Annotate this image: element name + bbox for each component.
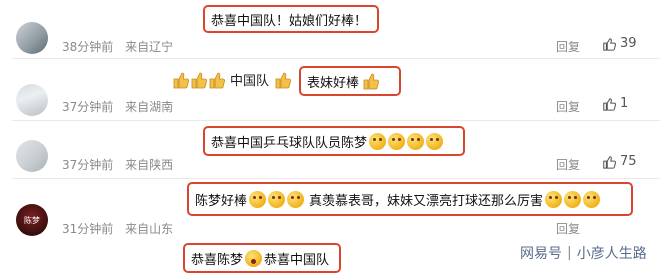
comment-location: 来自辽宁 bbox=[125, 40, 174, 54]
comment-text-part1: 陈梦好棒 bbox=[195, 193, 248, 209]
crying-face-icon bbox=[245, 249, 263, 267]
highlighted-comment: 陈梦好棒 真羡慕表哥，妹妹又漂亮打球还那么厉害 bbox=[187, 182, 633, 216]
thumbs-up-icon bbox=[191, 72, 207, 88]
watermark: 网易号 | 小彦人生路 bbox=[520, 243, 647, 263]
crying-face-icon bbox=[268, 190, 286, 208]
crying-face-icon bbox=[583, 190, 601, 208]
crying-face-icon bbox=[407, 132, 425, 150]
comment-text: 恭喜中国乒乓球队队员陈梦 bbox=[211, 135, 368, 151]
avatar[interactable]: 陈梦 bbox=[16, 204, 48, 236]
divider bbox=[12, 58, 660, 59]
highlighted-comment: 恭喜中国乒乓球队队员陈梦 bbox=[203, 126, 465, 156]
comment-text-part2: 真羡慕表哥，妹妹又漂亮打球还那么厉害 bbox=[309, 193, 544, 209]
watermark-author: 小彦人生路 bbox=[576, 246, 647, 262]
like-button[interactable]: 39 bbox=[602, 36, 637, 51]
divider bbox=[12, 120, 660, 121]
watermark-brand: 网易号 bbox=[520, 246, 562, 262]
comment-location: 来自陕西 bbox=[125, 158, 174, 172]
comment-text-part1: 恭喜陈梦 bbox=[191, 252, 244, 268]
thumbs-up-icon bbox=[209, 72, 225, 88]
comment-meta: 31分钟前 来自山东 bbox=[62, 220, 173, 237]
comment-meta: 37分钟前 来自湖南 bbox=[62, 98, 173, 115]
comment-meta: 37分钟前 来自陕西 bbox=[62, 156, 173, 173]
comment-item: 中国队 表妹好棒 37分钟前 来自湖南 回复 1 bbox=[0, 60, 660, 120]
comment-text: 恭喜中国队！姑娘们好棒！ bbox=[211, 13, 368, 29]
comment-time: 37分钟前 bbox=[62, 158, 114, 172]
reply-button[interactable]: 回复 bbox=[556, 156, 580, 173]
crying-face-icon bbox=[287, 190, 305, 208]
thumbs-up-icon bbox=[275, 72, 291, 88]
thumbs-up-icon bbox=[603, 155, 616, 169]
watermark-separator: | bbox=[567, 245, 572, 261]
thumbs-up-icon bbox=[363, 73, 379, 90]
comment-item: 恭喜中国乒乓球队队员陈梦 37分钟前 来自陕西 回复 75 bbox=[0, 122, 660, 178]
comment-location: 来自山东 bbox=[125, 222, 174, 236]
comment-meta: 38分钟前 来自辽宁 bbox=[62, 38, 173, 55]
comment-prefix-text: 中国队 bbox=[230, 74, 270, 89]
comment-item: 陈梦好棒 真羡慕表哥，妹妹又漂亮打球还那么厉害 陈梦 31分钟前 来自山东 回复 bbox=[0, 180, 660, 236]
divider bbox=[12, 178, 660, 179]
crying-face-icon bbox=[249, 190, 267, 208]
highlighted-comment: 恭喜中国队！姑娘们好棒！ bbox=[203, 5, 379, 33]
like-count: 39 bbox=[620, 36, 637, 51]
like-button[interactable]: 1 bbox=[602, 96, 628, 111]
highlighted-comment: 表妹好棒 bbox=[299, 66, 401, 96]
thumbs-up-icon bbox=[603, 37, 616, 51]
avatar-label: 陈梦 bbox=[24, 215, 40, 225]
crying-face-icon bbox=[388, 132, 406, 150]
comment-text: 表妹好棒 bbox=[307, 75, 360, 91]
crying-face-icon bbox=[564, 190, 582, 208]
comment-time: 38分钟前 bbox=[62, 40, 114, 54]
crying-face-icon bbox=[426, 132, 444, 150]
reply-button[interactable]: 回复 bbox=[556, 220, 580, 237]
reply-button[interactable]: 回复 bbox=[556, 98, 580, 115]
like-count: 1 bbox=[620, 96, 629, 111]
crying-face-icon bbox=[369, 132, 387, 150]
thumbs-up-emoji-row: 中国队 bbox=[172, 70, 292, 89]
comment-time: 31分钟前 bbox=[62, 222, 114, 236]
avatar[interactable] bbox=[16, 84, 48, 116]
thumbs-up-icon bbox=[173, 72, 189, 88]
avatar[interactable] bbox=[16, 22, 48, 54]
like-count: 75 bbox=[620, 154, 637, 169]
comment-time: 37分钟前 bbox=[62, 100, 114, 114]
comment-item: 恭喜中国队！姑娘们好棒！ 38分钟前 来自辽宁 回复 39 bbox=[0, 0, 660, 56]
like-button[interactable]: 75 bbox=[602, 154, 637, 169]
comment-text-part2: 恭喜中国队 bbox=[264, 252, 330, 268]
avatar[interactable] bbox=[16, 140, 48, 172]
highlighted-comment: 恭喜陈梦 恭喜中国队 bbox=[183, 243, 341, 273]
reply-button[interactable]: 回复 bbox=[556, 38, 580, 55]
crying-face-icon bbox=[545, 190, 563, 208]
thumbs-up-icon bbox=[603, 97, 616, 111]
comment-location: 来自湖南 bbox=[125, 100, 174, 114]
